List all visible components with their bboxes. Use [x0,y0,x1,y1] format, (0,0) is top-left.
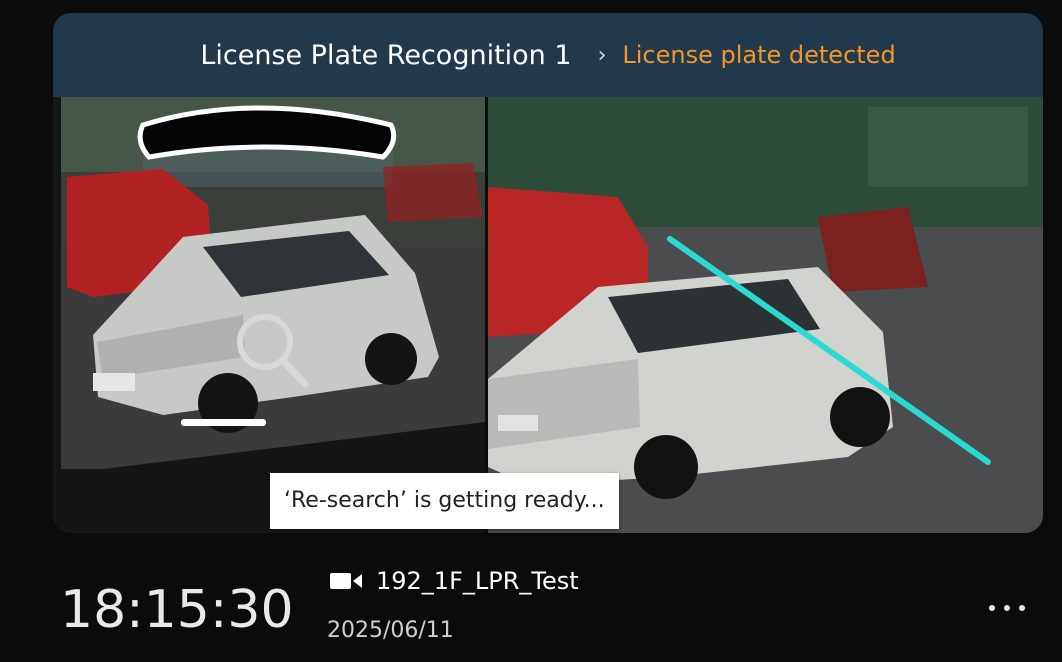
camera-name[interactable]: 192_1F_LPR_Test [376,567,579,595]
event-date: 2025/06/11 [327,618,454,643]
more-options-button[interactable] [985,595,1029,621]
video-camera-icon [330,570,364,592]
event-card[interactable]: License Plate Recognition 1 › License pl… [53,13,1043,533]
search-icon[interactable] [231,308,311,390]
underline-bar [181,419,266,426]
event-status: License plate detected [622,41,896,69]
full-scene-snapshot[interactable] [488,97,1043,533]
event-time: 18:15:30 [60,580,294,640]
re-search-tooltip: ‘Re-search’ is getting ready... [270,473,619,529]
card-header: License Plate Recognition 1 › License pl… [53,13,1043,97]
camera-row: 192_1F_LPR_Test [330,563,579,599]
full-scene-image [488,97,1043,533]
breadcrumb-separator: › [597,42,607,68]
more-icon [989,605,995,611]
rule-name: License Plate Recognition 1 [200,39,572,71]
